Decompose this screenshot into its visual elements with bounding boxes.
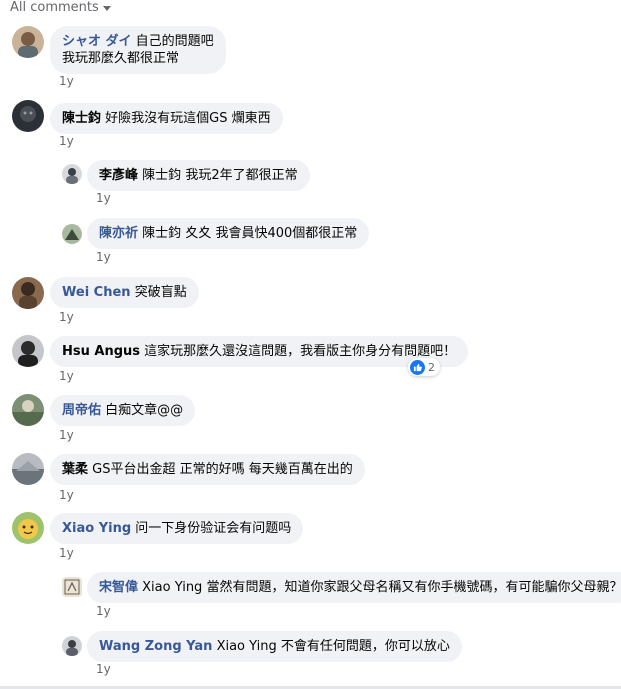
avatar[interactable] [12,512,44,544]
reply-bubble: 李彥峰 陳士鈞 我玩2年了都很正常 [87,160,310,191]
avatar[interactable] [62,577,82,597]
comment-author[interactable]: 周帝佑 [62,403,101,418]
reply-bubble: 陳亦祈 陳士鈞 夊夊 我會員快400個都很正常 [87,218,370,249]
reply-author[interactable]: 李彥峰 [99,168,138,183]
comment-timestamp[interactable]: 1y [59,134,74,148]
avatar[interactable] [62,224,82,244]
comment-timestamp[interactable]: 1y [59,369,74,383]
comment-text: 突破盲點 [134,285,187,300]
avatar[interactable] [12,277,44,309]
comment-timestamp[interactable]: 1y [59,428,74,442]
reply-text: 我玩2年了都很正常 [185,168,298,183]
tagged-user[interactable]: Xiao Ying [142,580,202,595]
avatar[interactable] [12,26,44,58]
reply-bubble: 宋智偉 Xiao Ying 當然有問題，知道你家跟父母名稱又有你手機號碼，有可能… [87,572,621,603]
reply-timestamp[interactable]: 1y [96,662,111,676]
comment-author[interactable]: Xiao Ying [62,521,131,536]
tagged-user[interactable]: 陳士鈞 [142,226,181,241]
comment-filter-dropdown[interactable]: All comments [10,0,111,15]
tagged-user[interactable]: Xiao Ying [217,639,277,654]
comment-timestamp[interactable]: 1y [59,488,74,502]
comment-bubble: 陳士鈞 好險我沒有玩這個GS 爛東西 [50,103,283,134]
avatar[interactable] [12,100,44,132]
avatar[interactable] [12,394,44,426]
reaction-count[interactable]: 2 [408,358,440,376]
comment-text: 自己的問題吧 [135,34,214,49]
comment-timestamp[interactable]: 1y [59,546,74,560]
like-count: 2 [428,360,435,374]
avatar[interactable] [62,164,82,184]
comment-text: 白痴文章@@ [105,403,184,418]
comment-bubble: Hsu Angus 這家玩那麼久還沒這問題，我看版主你身分有問題吧！ [50,336,469,367]
filter-label: All comments [10,0,99,15]
reply-timestamp[interactable]: 1y [96,604,111,618]
reply-text: 不會有任何問題，你可以放心 [280,639,450,654]
comment-timestamp[interactable]: 1y [59,310,74,324]
reply-bubble: Wang Zong Yan Xiao Ying 不會有任何問題，你可以放心 [87,631,462,662]
reply-text: 夊夊 我會員快400個都很正常 [185,226,358,241]
comment-bubble: 周帝佑 白痴文章@@ [50,395,196,426]
comment-author[interactable]: Hsu Angus [62,344,140,359]
comment-text: 问一下身份验证会有问题吗 [135,521,292,536]
comment-text: 這家玩那麼久還沒這問題，我看版主你身分有問題吧！ [144,344,457,359]
comment-author[interactable]: 陳士鈞 [62,111,101,126]
reply-author[interactable]: 陳亦祈 [99,226,138,241]
comment-text-line2: 我玩那麼久都很正常 [62,51,180,66]
comment-timestamp[interactable]: 1y [59,74,74,88]
reply-timestamp[interactable]: 1y [96,191,111,205]
reply-timestamp[interactable]: 1y [96,250,111,264]
avatar[interactable] [12,335,44,367]
comment-bubble: Wei Chen 突破盲點 [50,277,199,308]
comment-bubble: シャオ ダイ 自己的問題吧 我玩那麼久都很正常 [50,26,226,74]
reply-author[interactable]: Wang Zong Yan [99,639,212,654]
reply-author[interactable]: 宋智偉 [99,580,138,595]
avatar[interactable] [62,636,82,656]
comment-author[interactable]: 葉柔 [62,462,88,477]
comment-text: GS平台出金超 正常的好嗎 每天幾百萬在出的 [92,462,353,477]
comment-author[interactable]: シャオ ダイ [62,34,132,49]
reply-text: 當然有問題，知道你家跟父母名稱又有你手機號碼，有可能騙你父母親？ [206,580,621,595]
comment-bubble: Xiao Ying 问一下身份验证会有问题吗 [50,513,304,544]
comment-bubble: 葉柔 GS平台出金超 正常的好嗎 每天幾百萬在出的 [50,454,365,485]
like-icon [410,359,425,375]
avatar[interactable] [12,453,44,485]
comment-author[interactable]: Wei Chen [62,285,131,300]
comment-text: 好險我沒有玩這個GS 爛東西 [105,111,271,126]
chevron-down-icon [102,5,111,11]
tagged-user[interactable]: 陳士鈞 [142,168,181,183]
